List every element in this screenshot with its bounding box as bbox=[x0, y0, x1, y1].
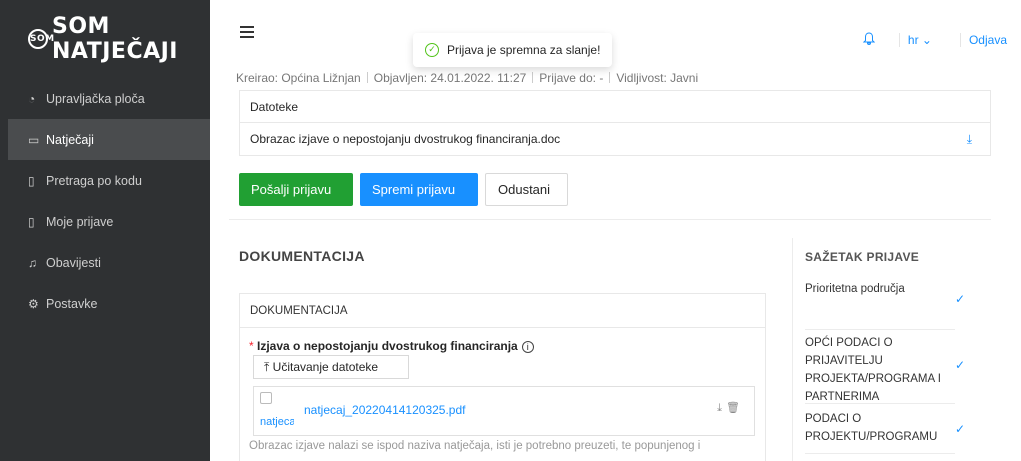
delete-icon[interactable]: 🗑 bbox=[726, 402, 744, 414]
sidebar-item-search-by-code[interactable]: ▯ Pretraga po kodu bbox=[0, 160, 210, 201]
meta-visibility: Vidljivost: Javni bbox=[616, 71, 699, 85]
check-icon: ✓ bbox=[954, 422, 965, 436]
field-label-text: Izjava o nepostojanju dvostrukog financi… bbox=[257, 339, 518, 353]
sidebar-item-settings[interactable]: ⚙ Postavke bbox=[0, 283, 210, 324]
top-header: hr ⌄ Odjava bbox=[210, 0, 1021, 64]
search-doc-icon: ▯ bbox=[28, 173, 35, 188]
save-application-button[interactable]: Spremi prijavu bbox=[360, 173, 478, 206]
info-icon[interactable]: i bbox=[521, 341, 534, 353]
broken-image-icon bbox=[260, 392, 272, 404]
header-actions: hr ⌄ Odjava bbox=[862, 32, 1007, 48]
chevron-down-icon: ⌄ bbox=[921, 33, 932, 47]
sidebar-item-natjecaji[interactable]: ▭ Natječaji bbox=[8, 119, 210, 160]
summary-item-label: PODACI O PROJEKTU/PROGRAMU bbox=[805, 413, 938, 443]
menu-collapse-icon[interactable] bbox=[240, 26, 254, 38]
upload-file-button[interactable]: ⤒ Učitavanje datoteke bbox=[253, 355, 409, 379]
sidebar-item-label: Moje prijave bbox=[46, 214, 114, 229]
upload-label: Učitavanje datoteke bbox=[272, 360, 379, 374]
divider bbox=[898, 33, 900, 47]
gear-icon: ⚙ bbox=[28, 296, 39, 311]
summary-item-label: Prioritetna područja bbox=[805, 283, 905, 295]
logo-mark-icon: SOM bbox=[28, 29, 54, 49]
logout-link[interactable]: Odjava bbox=[969, 33, 1007, 47]
thumbnail-caption: natjecaj bbox=[260, 416, 294, 428]
divider bbox=[229, 219, 991, 220]
notification-bell-icon[interactable] bbox=[862, 32, 876, 48]
send-application-button[interactable]: Pošalji prijavu bbox=[239, 173, 353, 206]
meta-creator: Kreirao: Općina Ližnjan bbox=[236, 71, 361, 85]
sidebar: SOM SOM NATJEČAJI ◔ Upravljačka ploča ▭ … bbox=[0, 0, 210, 461]
upload-icon: ⤒ bbox=[264, 360, 270, 374]
dashboard-icon: ◔ bbox=[28, 91, 36, 106]
uploaded-file-item: natjecaj natjecaj_20220414120325.pdf ⤓🗑 bbox=[253, 386, 755, 436]
toast-message: Prijava je spremna za slanje! bbox=[447, 43, 601, 57]
check-icon: ✓ bbox=[954, 358, 965, 372]
sidebar-item-label: Upravljačka ploča bbox=[46, 91, 145, 106]
document-icon: ▯ bbox=[28, 214, 35, 229]
logo-text: SOM NATJEČAJI bbox=[52, 14, 178, 64]
app-logo[interactable]: SOM SOM NATJEČAJI bbox=[0, 0, 210, 78]
sidebar-item-dashboard[interactable]: ◔ Upravljačka ploča bbox=[0, 78, 210, 119]
file-actions: ⤓🗑 bbox=[717, 401, 744, 415]
documentation-card: DOKUMENTACIJA * Izjava o nepostojanju dv… bbox=[239, 293, 766, 461]
card-title: DOKUMENTACIJA bbox=[240, 294, 765, 328]
summary-item-label: OPĆI PODACI O PRIJAVITELJU PROJEKTA/PROG… bbox=[805, 337, 941, 403]
uploaded-file-link[interactable]: natjecaj_20220414120325.pdf bbox=[304, 403, 465, 417]
tender-meta: Kreirao: Općina Ližnjan Objavljen: 24.01.… bbox=[236, 71, 698, 85]
check-circle-icon: ✓ bbox=[425, 43, 439, 57]
sidebar-item-label: Obavijesti bbox=[46, 255, 101, 270]
sidebar-item-label: Postavke bbox=[46, 296, 98, 311]
sidebar-item-my-applications[interactable]: ▯ Moje prijave bbox=[0, 201, 210, 242]
meta-deadline: Prijave do: - bbox=[539, 71, 604, 85]
application-summary: SAŽETAK PRIJAVE Prioritetna područja ✓ O… bbox=[792, 238, 992, 461]
section-title: DOKUMENTACIJA bbox=[239, 248, 365, 264]
bell-icon: ♫ bbox=[28, 255, 37, 270]
folder-open-icon: ▭ bbox=[28, 132, 40, 147]
download-icon[interactable]: ⤓ bbox=[967, 123, 972, 155]
language-selector[interactable]: hr ⌄ bbox=[908, 33, 932, 47]
files-header: Datoteke bbox=[240, 91, 990, 123]
summary-title: SAŽETAK PRIJAVE bbox=[805, 250, 920, 264]
files-list: Datoteke Obrazac izjave o nepostojanju d… bbox=[239, 90, 991, 156]
summary-item[interactable]: PODACI O PROJEKTU/PROGRAMU ✓ bbox=[805, 406, 965, 454]
file-name: Obrazac izjave o nepostojanju dvostrukog… bbox=[250, 132, 561, 146]
download-icon[interactable]: ⤓ bbox=[717, 402, 726, 414]
file-row[interactable]: Obrazac izjave o nepostojanju dvostrukog… bbox=[240, 123, 990, 155]
meta-published: Objavljen: 24.01.2022. 11:27 bbox=[373, 71, 527, 85]
required-asterisk: * bbox=[249, 339, 258, 353]
sidebar-item-notifications[interactable]: ♫ Obavijesti bbox=[0, 242, 210, 283]
check-icon: ✓ bbox=[954, 292, 965, 306]
cancel-button[interactable]: Odustani bbox=[485, 173, 568, 206]
sidebar-item-label: Natječaji bbox=[46, 132, 94, 147]
summary-item[interactable]: Prioritetna područja ✓ bbox=[805, 276, 965, 330]
divider bbox=[959, 33, 961, 47]
success-toast: ✓ Prijava je spremna za slanje! bbox=[413, 33, 613, 67]
language-value: hr bbox=[907, 33, 919, 47]
help-text: Obrazac izjave nalazi se ispod naziva na… bbox=[249, 440, 701, 452]
summary-item[interactable]: OPĆI PODACI O PRIJAVITELJU PROJEKTA/PROG… bbox=[805, 330, 965, 404]
required-field-label: * Izjava o nepostojanju dvostrukog finan… bbox=[249, 339, 534, 353]
sidebar-item-label: Pretraga po kodu bbox=[46, 173, 142, 188]
